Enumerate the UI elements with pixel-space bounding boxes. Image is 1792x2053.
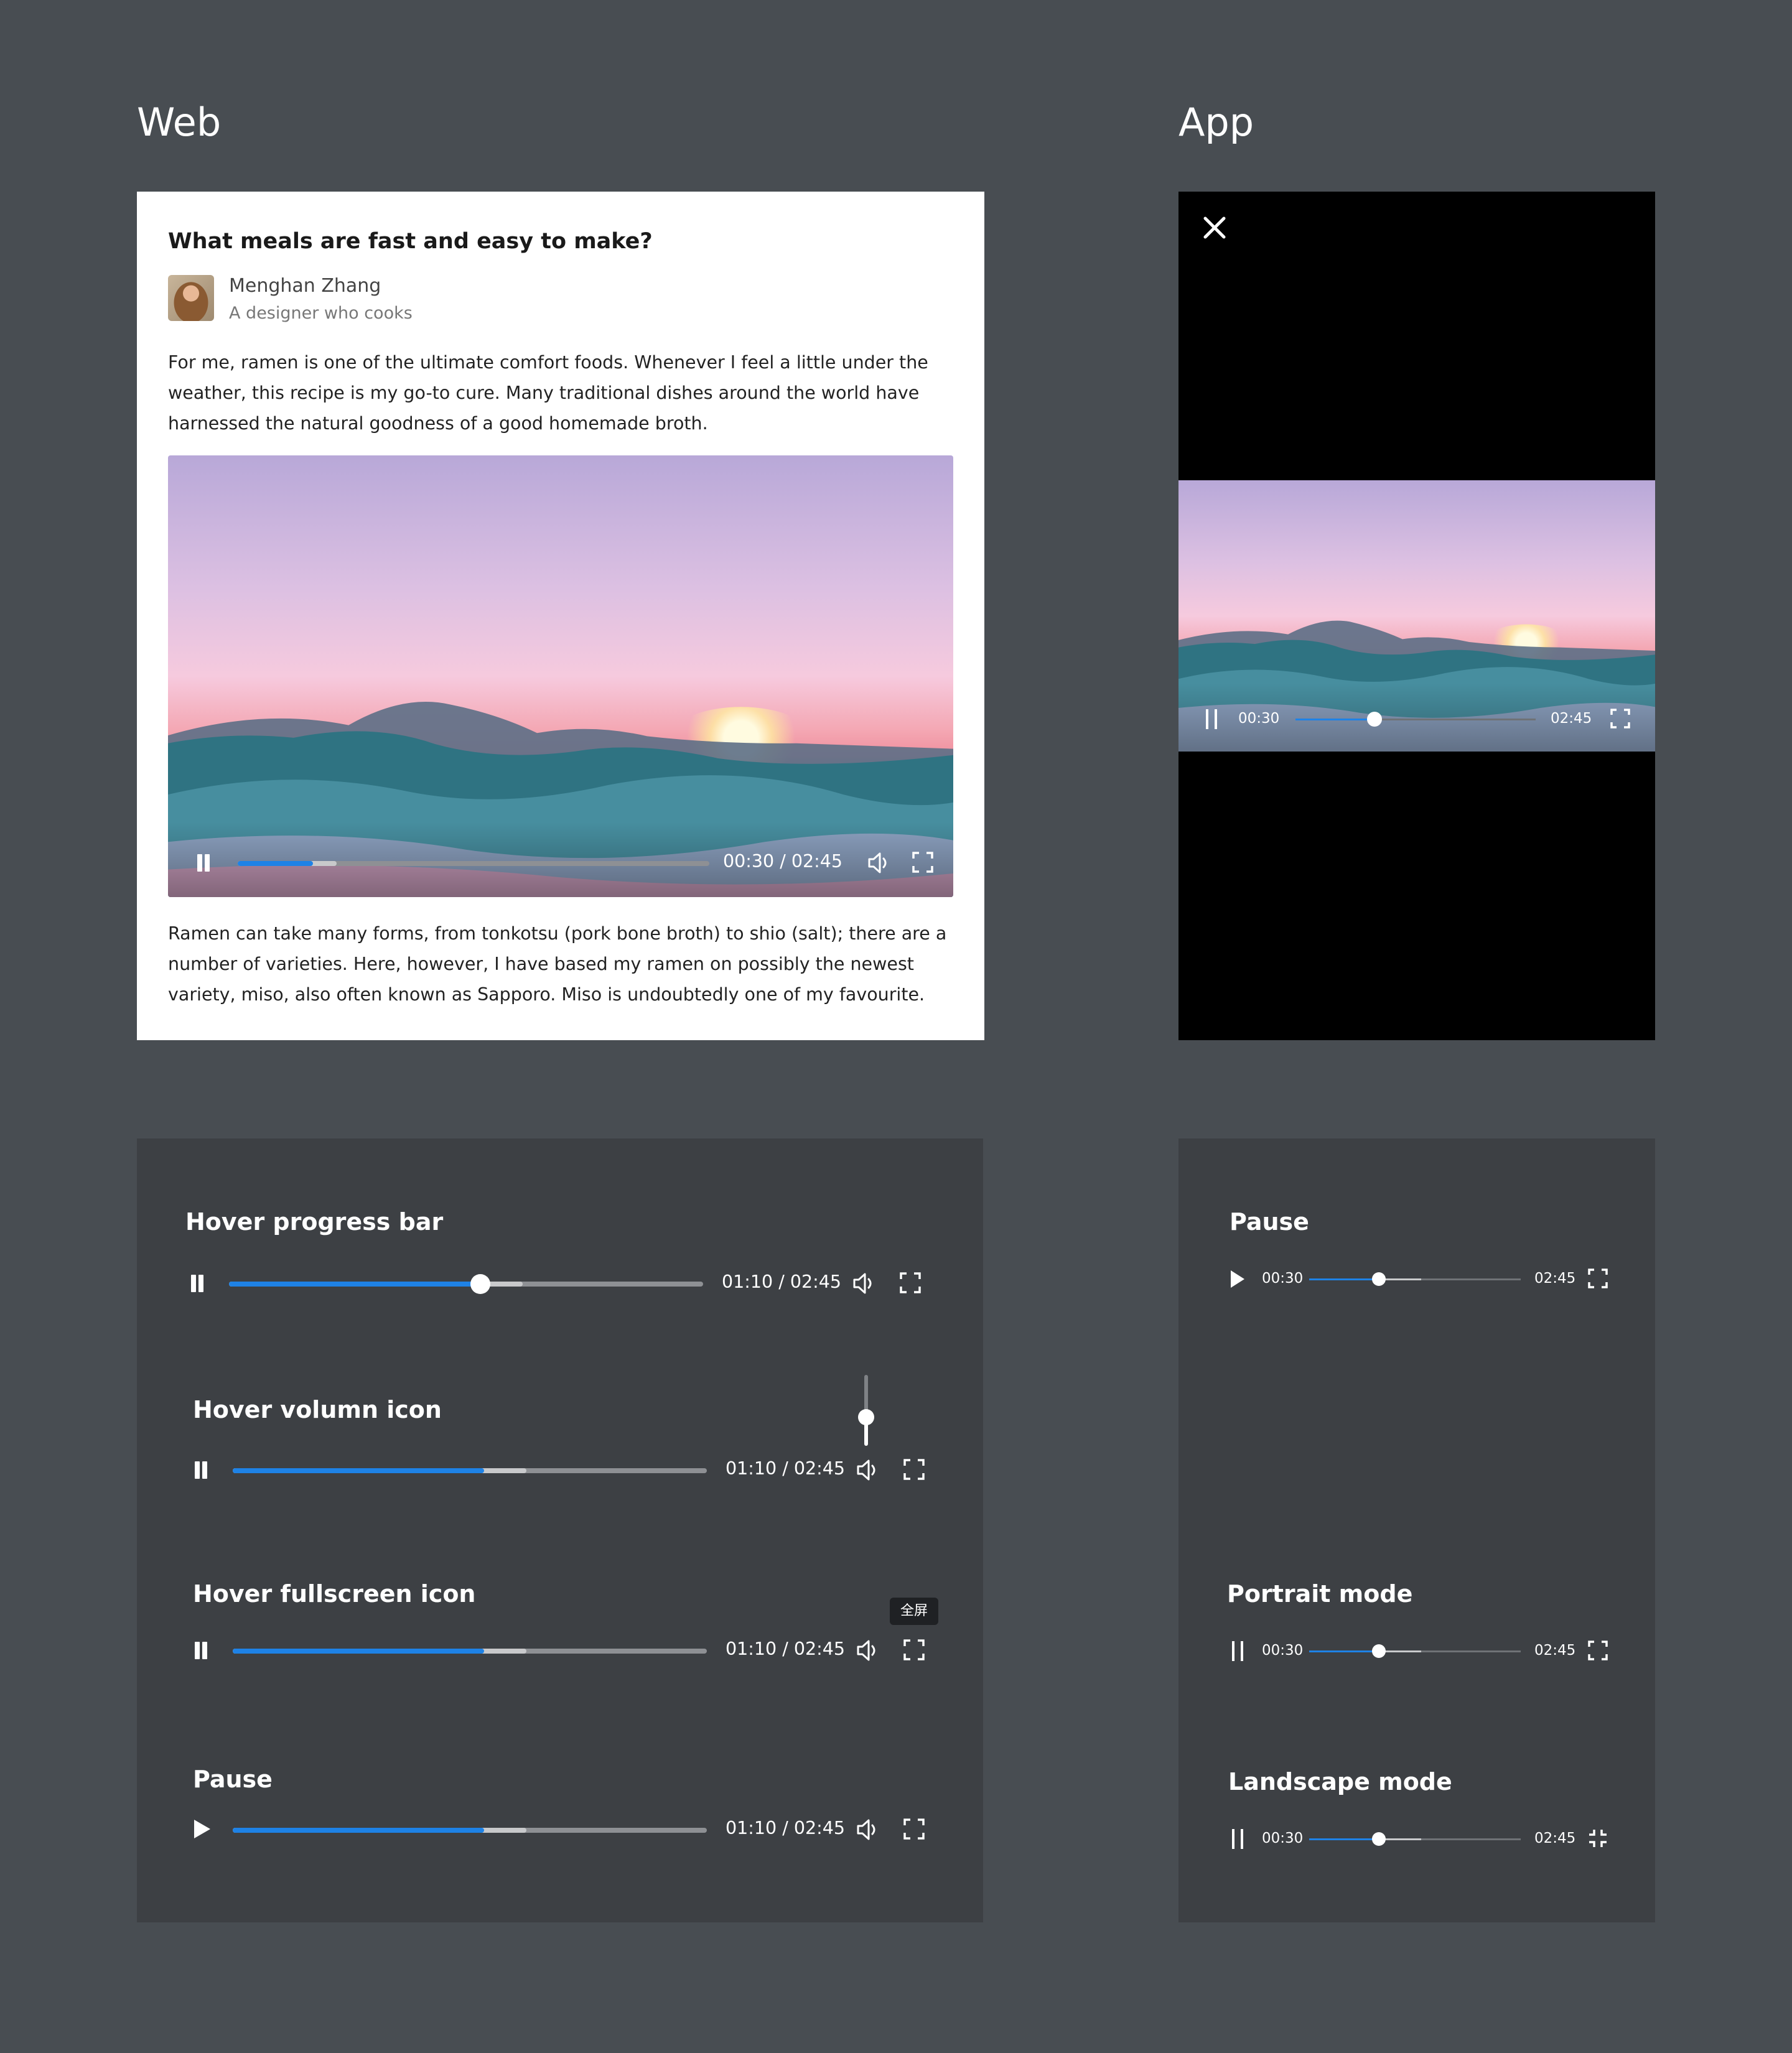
pause-icon[interactable] [195,854,212,872]
fullscreen-icon[interactable] [903,1639,925,1660]
progress-bar[interactable] [229,1274,703,1294]
volume-icon[interactable] [856,1459,880,1481]
post-paragraph-2: Ramen can take many forms, from tonkotsu… [168,923,947,1005]
progress-bar[interactable] [233,1649,707,1654]
volume-icon[interactable] [856,1639,880,1662]
app-control-bar-landscape: 00:30 02:45 [1230,1827,1615,1851]
pause-icon[interactable] [193,1642,209,1659]
app-video-player[interactable]: 00:30 02:45 [1178,480,1655,752]
pause-icon[interactable] [1230,1829,1246,1849]
fullscreen-icon[interactable] [900,1272,921,1293]
progress-bar[interactable] [1309,1644,1521,1658]
time-display: 01:10 / 02:45 [726,1818,845,1838]
current-time: 00:30 [1262,1830,1304,1846]
web-post-card: What meals are fast and easy to make? Me… [137,192,984,1040]
exit-fullscreen-icon[interactable] [1588,1828,1608,1848]
avatar[interactable] [168,275,214,321]
control-bar-hover-fullscreen: 01:10 / 02:45 [193,1637,940,1662]
app-fullscreen-player: 00:30 02:45 [1178,192,1655,1040]
current-time: 00:30 [1262,1642,1304,1659]
author-description: A designer who cooks [229,304,413,323]
current-time: 00:30 [1238,710,1280,727]
time-display: 01:10 / 02:45 [726,1458,845,1479]
app-states-panel [1178,1138,1655,1922]
pause-icon[interactable] [1203,709,1220,729]
fullscreen-icon[interactable] [912,852,933,873]
fullscreen-icon[interactable] [1588,1269,1608,1288]
progress-bar[interactable] [238,861,709,866]
post-paragraph-1: For me, ramen is one of the ultimate com… [168,352,928,434]
progress-bar[interactable] [1295,712,1536,727]
app-control-bar-portrait: 00:30 02:45 [1230,1639,1615,1664]
state-label-portrait: Portrait mode [1227,1580,1413,1608]
fullscreen-icon[interactable] [1588,1641,1608,1660]
fullscreen-icon[interactable] [903,1459,925,1480]
time-display: 01:10 / 02:45 [722,1272,841,1292]
current-time: 00:30 [1262,1270,1304,1287]
control-bar-hover-volume: 01:10 / 02:45 [193,1457,940,1482]
progress-bar[interactable] [233,1468,707,1473]
web-control-bar: 00:30 / 02:45 [195,850,933,875]
web-video-player[interactable]: 00:30 / 02:45 [168,455,953,897]
close-icon[interactable] [1200,213,1230,243]
progress-bar[interactable] [233,1828,707,1833]
fullscreen-icon[interactable] [903,1818,925,1840]
pause-icon[interactable] [1230,1641,1246,1661]
fullscreen-icon[interactable] [1610,709,1630,729]
app-control-bar: 00:30 02:45 [1203,707,1639,732]
web-section-title: Web [137,100,222,145]
state-label-hover-fullscreen: Hover fullscreen icon [193,1580,476,1608]
state-label-hover-progress: Hover progress bar [185,1208,444,1236]
progress-bar[interactable] [1309,1272,1521,1286]
state-label-landscape: Landscape mode [1228,1768,1452,1795]
control-bar-paused: 01:10 / 02:45 [193,1817,940,1841]
time-display: 01:10 / 02:45 [726,1639,845,1659]
volume-icon[interactable] [852,1272,876,1295]
pause-icon[interactable] [189,1275,205,1292]
volume-icon[interactable] [856,1818,880,1841]
app-control-bar-paused: 00:30 02:45 [1230,1267,1615,1292]
fullscreen-tooltip: 全屏 [890,1598,938,1625]
control-bar-hover-progress: 01:10 / 02:45 [189,1270,936,1295]
progress-bar[interactable] [1309,1832,1521,1846]
author-name[interactable]: Menghan Zhang [229,275,381,297]
time-display: 00:30 / 02:45 [723,851,842,872]
state-label-app-pause: Pause [1230,1208,1309,1236]
app-section-title: App [1178,100,1254,145]
pause-icon[interactable] [193,1461,209,1479]
question-title[interactable]: What meals are fast and easy to make? [168,229,653,254]
state-label-pause: Pause [193,1766,273,1793]
play-icon[interactable] [194,1820,210,1838]
web-states-panel [137,1138,983,1922]
duration: 02:45 [1534,1642,1576,1659]
duration: 02:45 [1534,1270,1576,1287]
state-label-hover-volume: Hover volumn icon [193,1396,442,1423]
duration: 02:45 [1551,710,1592,727]
duration: 02:45 [1534,1830,1576,1846]
play-icon[interactable] [1231,1270,1244,1288]
volume-icon[interactable] [867,852,891,874]
volume-slider[interactable] [858,1375,874,1446]
